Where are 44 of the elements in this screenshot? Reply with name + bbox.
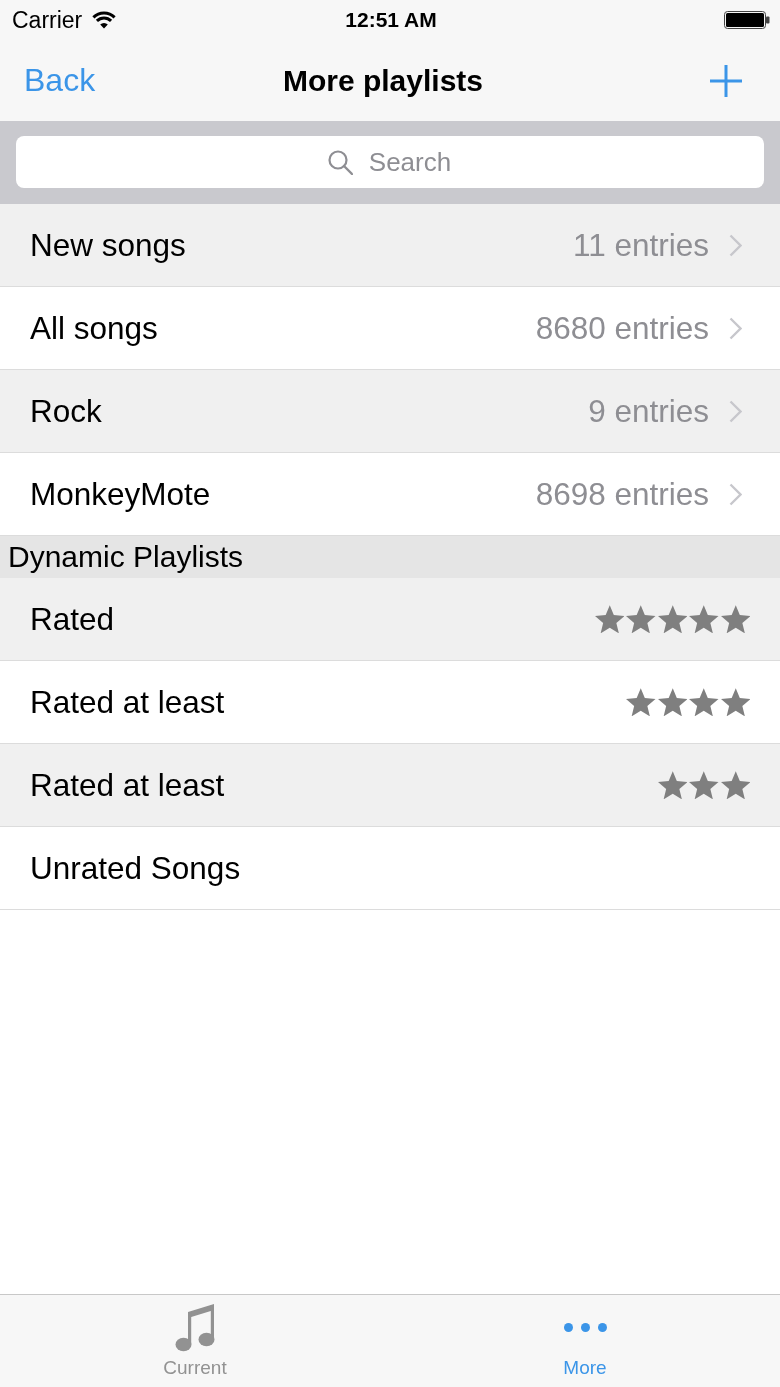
playlist-name: Rated at least <box>30 766 225 804</box>
chevron-icon <box>729 233 742 257</box>
chevron-icon <box>729 399 742 423</box>
add-button[interactable] <box>710 64 742 97</box>
music-note-icon <box>175 1302 215 1352</box>
nav-title: More playlists <box>282 63 484 98</box>
plus-icon <box>710 64 742 97</box>
playlist-name: Unrated Songs <box>30 849 241 887</box>
entry-count: 9 entries <box>588 392 709 430</box>
playlist-row[interactable]: Rock 9 entries <box>0 370 780 453</box>
playlist-name: All songs <box>30 309 158 347</box>
playlist-name: Rated <box>30 600 115 638</box>
wifi-icon <box>92 11 117 29</box>
star-icon <box>626 604 656 634</box>
search-field[interactable]: Search <box>16 136 764 188</box>
playlist-name: Rock <box>30 392 102 430</box>
playlist-name: MonkeyMote <box>30 475 211 513</box>
chevron-icon <box>729 316 742 340</box>
carrier-name: Carrier <box>12 6 83 34</box>
playlist-name: New songs <box>30 226 186 264</box>
star-icon <box>720 604 750 634</box>
search-icon <box>328 150 353 175</box>
more-dots-icon <box>563 1322 607 1332</box>
entry-count: 11 entries <box>573 226 709 264</box>
star-icon <box>594 604 624 634</box>
star-icon <box>689 770 719 800</box>
star-icon <box>657 770 687 800</box>
playlist-row[interactable]: New songs 11 entries <box>0 204 780 287</box>
star-icon <box>720 770 750 800</box>
star-icon <box>720 687 750 717</box>
status-time: 12:51 AM <box>345 8 437 32</box>
playlist-row[interactable]: Rated at least <box>0 744 780 827</box>
entry-count: 8680 entries <box>535 309 709 347</box>
star-icon <box>689 687 719 717</box>
battery-icon <box>724 11 770 29</box>
star-icon <box>657 687 687 717</box>
entry-count: 8698 entries <box>535 475 709 513</box>
star-icon <box>657 604 687 634</box>
section-header: Dynamic Playlists <box>0 536 780 578</box>
chevron-icon <box>729 482 742 506</box>
playlist-name: Rated at least <box>30 683 225 721</box>
star-icon <box>626 687 656 717</box>
star-icon <box>689 604 719 634</box>
playlist-row[interactable]: Rated <box>0 578 780 661</box>
